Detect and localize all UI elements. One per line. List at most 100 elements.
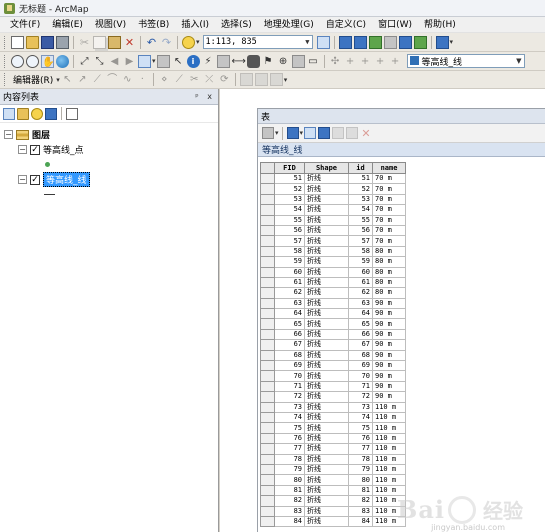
cell-shape[interactable]: 折线	[304, 401, 349, 414]
select-dropdown-icon[interactable]: ▾	[152, 57, 156, 65]
table-row[interactable]: 72 折线 72 90 m	[260, 391, 406, 403]
row-selector[interactable]	[260, 411, 275, 424]
row-selector[interactable]	[260, 432, 275, 445]
cell-fid[interactable]: 72	[274, 391, 305, 403]
table-row[interactable]: 83 折线 83 110 m	[260, 505, 406, 517]
table-row[interactable]: 52 折线 52 70 m	[260, 183, 406, 195]
delete-icon[interactable]: ✕	[123, 36, 136, 49]
search-window-icon[interactable]	[368, 35, 382, 49]
cell-id[interactable]: 81	[348, 484, 373, 497]
save-icon[interactable]	[41, 35, 54, 49]
column-header-shape[interactable]: Shape	[304, 162, 349, 174]
cell-id[interactable]: 75	[348, 422, 373, 434]
table-row[interactable]: 59 折线 59 80 m	[260, 256, 406, 268]
create-features-icon[interactable]	[269, 73, 283, 86]
cell-name[interactable]: 70 m	[372, 214, 406, 226]
cell-name[interactable]: 90 m	[372, 339, 406, 351]
zoom-out-icon[interactable]	[26, 54, 39, 68]
select-elements-icon[interactable]: ↖	[172, 55, 185, 68]
cell-shape[interactable]: 折线	[304, 297, 349, 310]
identify-icon[interactable]: i	[186, 54, 200, 68]
cell-id[interactable]: 73	[348, 401, 373, 414]
collapse-icon[interactable]: −	[18, 175, 27, 184]
menu-geoprocessing[interactable]: 地理处理(G)	[258, 17, 320, 33]
table-row[interactable]: 81 折线 81 110 m	[260, 484, 406, 497]
cell-fid[interactable]: 81	[274, 484, 305, 497]
cell-shape[interactable]: 折线	[304, 370, 349, 382]
chevron-down-icon[interactable]: ▼	[305, 38, 309, 46]
table-row[interactable]: 77 折线 77 110 m	[260, 443, 406, 455]
table-row[interactable]: 61 折线 61 80 m	[260, 276, 406, 289]
cell-id[interactable]: 56	[348, 224, 373, 237]
table-row[interactable]: 62 折线 62 80 m	[260, 287, 406, 299]
model-icon[interactable]	[435, 35, 449, 49]
table-options-icon[interactable]	[262, 127, 274, 139]
cell-id[interactable]: 69	[348, 360, 373, 372]
new-document-icon[interactable]	[11, 35, 24, 49]
row-selector[interactable]	[260, 380, 275, 393]
cell-fid[interactable]: 69	[274, 360, 305, 372]
cell-shape[interactable]: 折线	[304, 193, 349, 206]
cell-shape[interactable]: 折线	[304, 172, 349, 185]
point-icon[interactable]: ·	[136, 73, 149, 86]
table-row[interactable]: 69 折线 69 90 m	[260, 360, 406, 372]
cell-shape[interactable]: 折线	[304, 515, 349, 528]
table-row[interactable]: 53 折线 53 70 m	[260, 193, 406, 206]
snap-end-icon[interactable]: +	[359, 55, 372, 68]
menu-insert[interactable]: 插入(I)	[175, 17, 215, 33]
select-by-attributes-icon[interactable]	[304, 127, 317, 139]
cell-id[interactable]: 80	[348, 474, 373, 486]
add-data-icon[interactable]	[182, 35, 195, 49]
table-row[interactable]: 80 折线 80 110 m	[260, 474, 406, 486]
cell-name[interactable]: 70 m	[372, 204, 406, 216]
table-row[interactable]: 56 折线 56 70 m	[260, 224, 406, 237]
editor-toolbar-icon[interactable]	[316, 35, 330, 49]
menu-bookmarks[interactable]: 书签(B)	[132, 17, 175, 33]
edit-annotation-icon[interactable]: ↗	[76, 73, 89, 86]
cell-fid[interactable]: 84	[274, 515, 305, 528]
table-row[interactable]: 66 折线 66 90 m	[260, 328, 406, 341]
row-selector[interactable]	[260, 422, 275, 434]
table-row[interactable]: 67 折线 67 90 m	[260, 339, 406, 351]
rotate-icon[interactable]: ⟳	[218, 73, 231, 86]
cell-fid[interactable]: 57	[274, 235, 305, 247]
cell-name[interactable]: 90 m	[372, 328, 406, 341]
cell-shape[interactable]: 折线	[304, 432, 349, 445]
arctoolbox-icon[interactable]	[383, 35, 397, 49]
cell-id[interactable]: 58	[348, 245, 373, 258]
row-selector[interactable]	[260, 183, 275, 195]
cell-fid[interactable]: 56	[274, 224, 305, 237]
row-selector[interactable]	[260, 318, 275, 330]
cell-name[interactable]: 90 m	[372, 318, 406, 330]
cell-name[interactable]: 70 m	[372, 172, 406, 185]
cell-id[interactable]: 70	[348, 370, 373, 382]
row-selector[interactable]	[260, 339, 275, 351]
python-window-icon[interactable]	[398, 35, 412, 49]
cell-id[interactable]: 57	[348, 235, 373, 247]
cell-id[interactable]: 71	[348, 380, 373, 393]
cell-shape[interactable]: 折线	[304, 505, 349, 517]
table-row[interactable]: 82 折线 82 110 m	[260, 495, 406, 507]
straight-segment-icon[interactable]: ⟋	[91, 73, 104, 86]
table-row[interactable]: 75 折线 75 110 m	[260, 422, 406, 434]
table-row[interactable]: 51 折线 51 70 m	[260, 172, 406, 185]
cell-shape[interactable]: 折线	[304, 328, 349, 341]
model-builder-icon[interactable]	[413, 35, 427, 49]
table-row[interactable]: 63 折线 63 90 m	[260, 297, 406, 310]
cell-id[interactable]: 67	[348, 339, 373, 351]
row-selector[interactable]	[260, 256, 275, 268]
add-data-dropdown-icon[interactable]: ▾	[196, 38, 200, 46]
row-selector[interactable]	[260, 276, 275, 289]
chevron-down-icon[interactable]: ▼	[516, 57, 521, 65]
row-selector[interactable]	[260, 328, 275, 341]
cell-fid[interactable]: 70	[274, 370, 305, 382]
cell-name[interactable]: 110 m	[372, 474, 406, 486]
fixed-zoom-in-icon[interactable]: ⤢	[78, 55, 91, 68]
cell-name[interactable]: 90 m	[372, 370, 406, 382]
cell-fid[interactable]: 61	[274, 276, 305, 289]
find-icon[interactable]	[246, 54, 260, 68]
cell-fid[interactable]: 58	[274, 245, 305, 258]
cell-id[interactable]: 68	[348, 349, 373, 362]
cell-id[interactable]: 66	[348, 328, 373, 341]
undo-icon[interactable]: ↶	[145, 36, 158, 49]
